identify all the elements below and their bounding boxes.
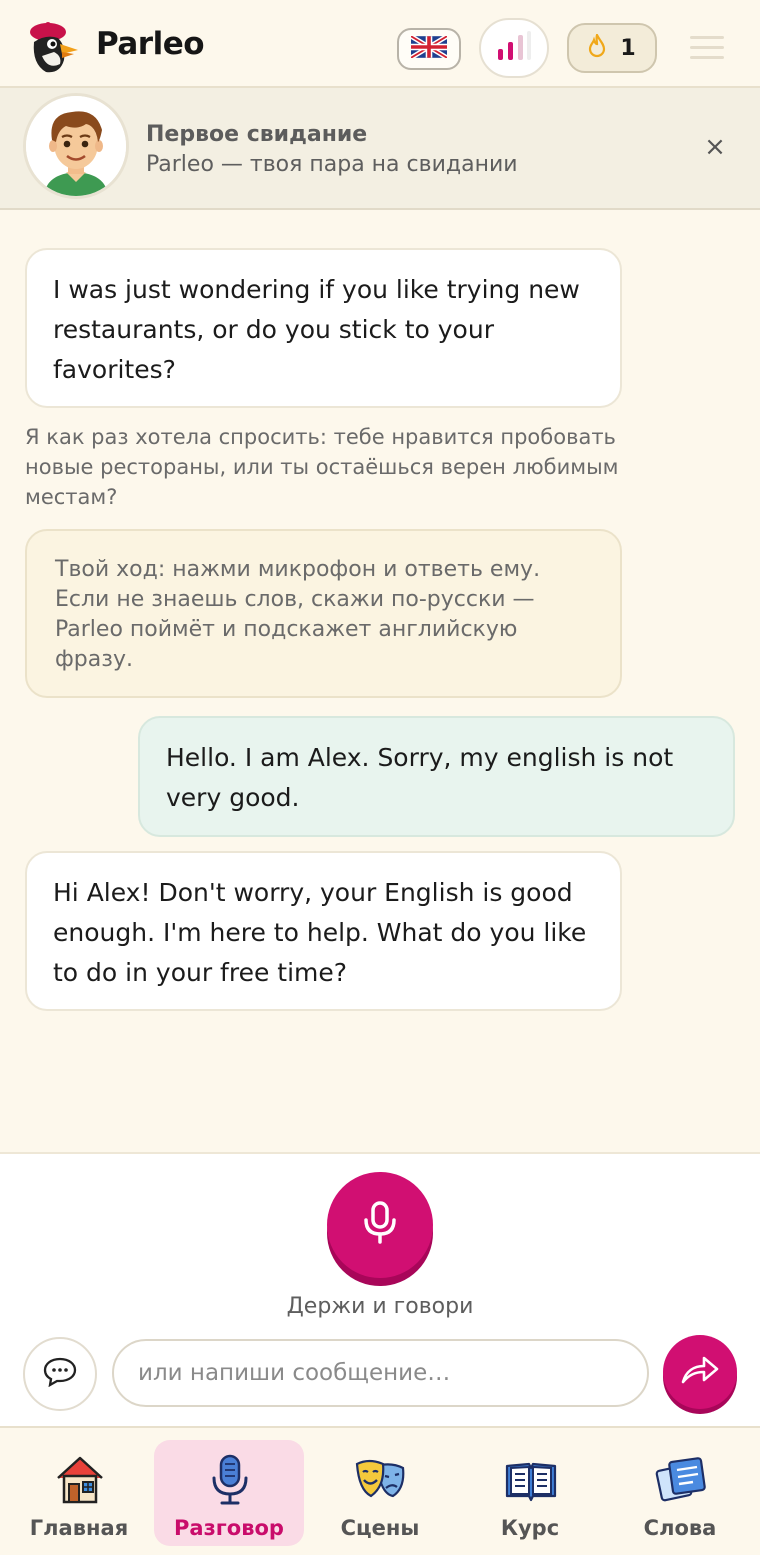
- record-hint-label: Держи и говори: [286, 1294, 474, 1319]
- microphone-icon: [204, 1454, 256, 1506]
- open-book-icon: [505, 1454, 557, 1506]
- user-message: Hello. I am Alex. Sorry, my english is n…: [138, 716, 735, 837]
- nav-label: Сцены: [340, 1516, 420, 1540]
- nav-item-home[interactable]: Главная: [4, 1440, 154, 1546]
- send-button[interactable]: [663, 1335, 737, 1409]
- message-translation: Я как раз хотела спросить: тебе нравится…: [25, 425, 619, 509]
- home-icon: [54, 1454, 106, 1506]
- nav-label: Разговор: [174, 1516, 284, 1540]
- level-button[interactable]: [479, 18, 549, 78]
- nav-item-course[interactable]: Курс: [455, 1440, 605, 1546]
- streak-button[interactable]: 1: [567, 23, 657, 73]
- gb-flag-icon: [409, 34, 449, 62]
- nav-item-scenes[interactable]: Сцены: [305, 1440, 455, 1546]
- text-mode-button[interactable]: [23, 1337, 97, 1411]
- top-bar: Parleo 1: [0, 0, 760, 88]
- streak-count: 1: [620, 35, 636, 61]
- record-button[interactable]: [327, 1172, 433, 1278]
- scenario-subtitle: Parleo — твоя пара на свидании: [146, 152, 518, 177]
- partner-avatar: [23, 93, 129, 199]
- scenario-title: Первое свидание: [146, 122, 368, 147]
- bottom-nav: Главная Разговор Сцены Курс Слова: [0, 1426, 760, 1555]
- nav-item-conversation[interactable]: Разговор: [154, 1440, 304, 1546]
- speech-bubble-icon: [43, 1357, 77, 1391]
- parleo-bird-logo-icon: [24, 20, 80, 76]
- language-button[interactable]: [397, 28, 461, 70]
- word-cards-icon: [655, 1454, 707, 1506]
- level-bars-icon: [496, 31, 532, 65]
- turn-hint: Твой ход: нажми микрофон и ответь ему. Е…: [25, 529, 622, 698]
- scenario-header: Первое свидание Parleo — твоя пара на св…: [0, 88, 760, 210]
- bot-message: Hi Alex! Don't worry, your English is go…: [25, 851, 622, 1011]
- app-name: Parleo: [96, 26, 205, 62]
- close-icon[interactable]: ×: [700, 132, 730, 162]
- theater-masks-icon: [355, 1454, 407, 1506]
- composer-dock: Держи и говори: [0, 1152, 760, 1426]
- hamburger-menu-icon[interactable]: [690, 36, 724, 62]
- nav-label: Главная: [29, 1516, 129, 1540]
- nav-item-words[interactable]: Слова: [605, 1440, 755, 1546]
- nav-label: Слова: [643, 1516, 717, 1540]
- message-input[interactable]: [112, 1339, 649, 1407]
- microphone-icon: [360, 1200, 400, 1250]
- send-arrow-icon: [680, 1354, 720, 1390]
- nav-label: Курс: [500, 1516, 560, 1540]
- bot-message: I was just wondering if you like trying …: [25, 248, 622, 408]
- flame-icon: [588, 32, 606, 62]
